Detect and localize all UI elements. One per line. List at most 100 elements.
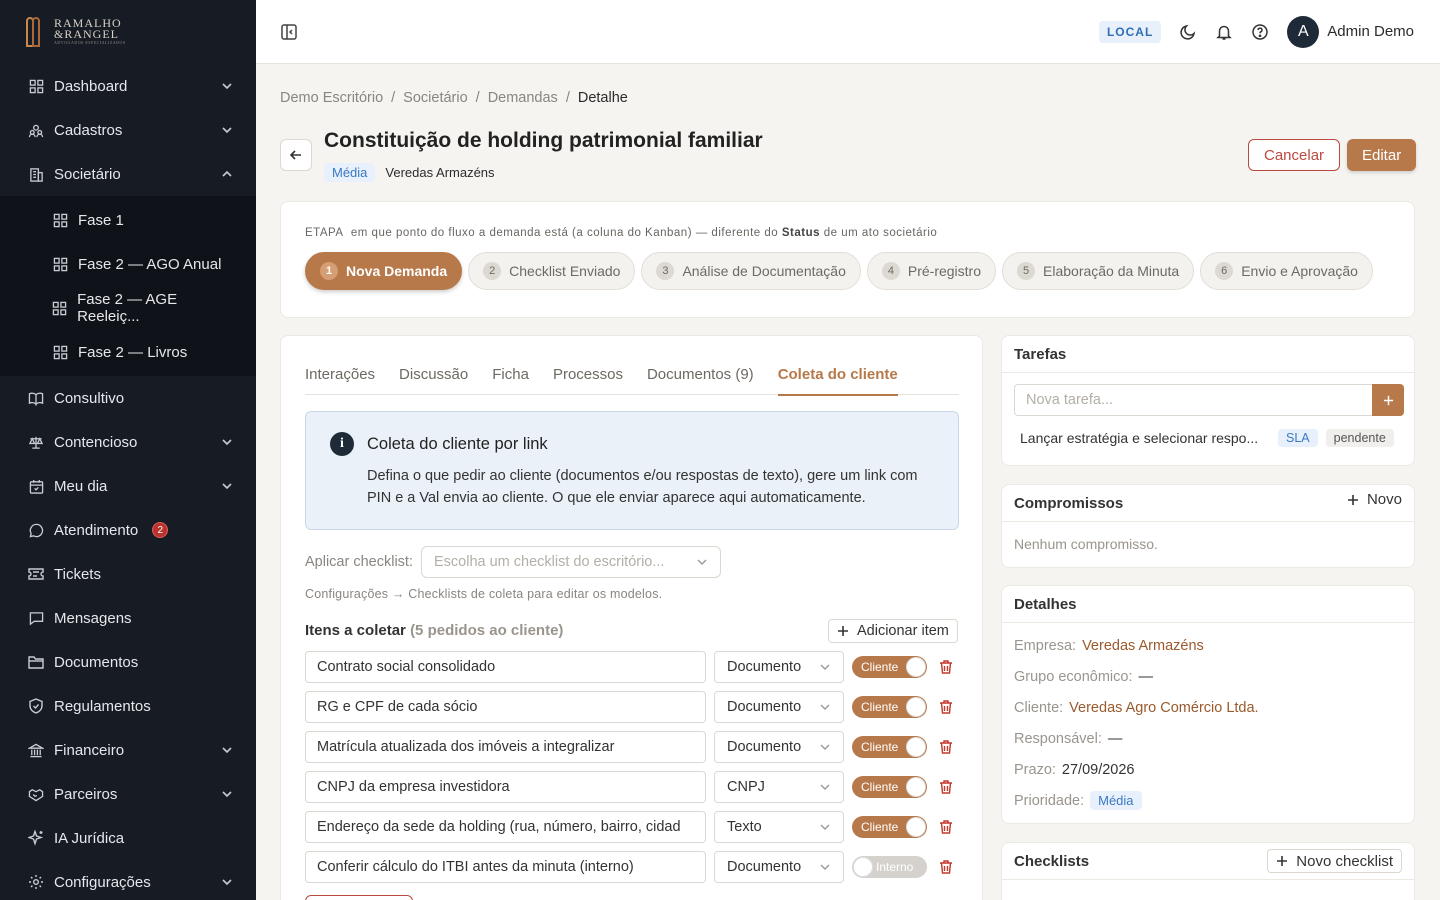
collect-item-scope-toggle[interactable]: Cliente xyxy=(852,736,927,758)
detail-prioridade: Prioridade: Média xyxy=(1014,791,1142,810)
collect-item-scope-toggle[interactable]: Cliente xyxy=(852,816,927,838)
sidebar-item-meu-dia[interactable]: Meu dia xyxy=(0,464,256,508)
breadcrumb-current: Detalhe xyxy=(577,90,628,106)
sidebar-item-mensagens[interactable]: Mensagens xyxy=(0,596,256,640)
brand-logo[interactable]: RAMALHO &RANGEL ADVOGADOS ESPECIALIZADOS xyxy=(0,0,256,64)
main-content: Demo Escritório / Societário / Demandas / D… xyxy=(256,64,1440,900)
collect-item-input[interactable]: Conferir cálculo do ITBI antes da minuta… xyxy=(305,851,706,883)
moon-icon[interactable] xyxy=(1179,23,1197,41)
collect-item-type-select[interactable]: Texto xyxy=(714,811,844,843)
stage-step-pre-registro[interactable]: 4 Pré-registro xyxy=(866,252,997,290)
collect-item-type-select[interactable]: CNPJ xyxy=(714,771,844,803)
add-item-button[interactable]: Adicionar item xyxy=(828,619,958,643)
chevron-down-icon xyxy=(222,439,232,446)
sidebar-item-contencioso[interactable]: Contencioso xyxy=(0,420,256,464)
sla-badge: SLA xyxy=(1278,429,1318,447)
notification-count-badge: 2 xyxy=(152,522,169,538)
trash-icon[interactable] xyxy=(939,819,953,835)
sidebar-item-cadastros[interactable]: Cadastros xyxy=(0,108,256,152)
back-button[interactable] xyxy=(280,139,312,171)
cancel-button[interactable]: Cancelar xyxy=(1248,139,1341,171)
sidebar-item-label: Financeiro xyxy=(54,741,125,759)
new-appointment-button[interactable]: Novo xyxy=(1347,491,1402,508)
sidebar-toggle-icon[interactable] xyxy=(280,23,298,41)
bell-icon[interactable] xyxy=(1215,23,1233,41)
sidebar-item-documentos[interactable]: Documentos xyxy=(0,640,256,684)
collect-item-input[interactable]: Endereço da sede da holding (rua, número… xyxy=(305,811,706,843)
appointments-panel: Compromissos Novo Nenhum compromisso. xyxy=(1001,484,1415,568)
apply-checklist-hint: Configurações → Checklists de coleta par… xyxy=(305,587,663,601)
sidebar-submenu-societario: Fase 1 Fase 2 — AGO Anual Fase 2 — AGE R… xyxy=(0,196,256,376)
detail-grupo: Grupo econômico: — xyxy=(1014,669,1153,685)
sidebar-item-societario[interactable]: Societário xyxy=(0,152,256,196)
new-checklist-button[interactable]: Novo checklist xyxy=(1267,849,1402,873)
sidebar-item-parceiros[interactable]: Parceiros xyxy=(0,772,256,816)
collect-item-scope-toggle[interactable]: Cliente xyxy=(852,776,927,798)
trash-icon[interactable] xyxy=(939,859,953,875)
sidebar-item-financeiro[interactable]: Financeiro xyxy=(0,728,256,772)
task-label: Lançar estratégia e selecionar respo... xyxy=(1020,430,1259,446)
tab-interacoes[interactable]: Interações xyxy=(305,366,375,395)
sidebar-subitem-fase-2-livros[interactable]: Fase 2 — Livros xyxy=(0,330,256,374)
sidebar-item-atendimento[interactable]: Atendimento 2 xyxy=(0,508,256,552)
page-title: Constituição de holding patrimonial fami… xyxy=(324,129,763,152)
collect-item-input[interactable]: CNPJ da empresa investidora xyxy=(305,771,706,803)
breadcrumb-item[interactable]: Demandas xyxy=(488,90,558,106)
sidebar-subitem-fase-1[interactable]: Fase 1 xyxy=(0,198,256,242)
collect-item-type-select[interactable]: Documento xyxy=(714,691,844,723)
task-item[interactable]: Lançar estratégia e selecionar respo... … xyxy=(1020,429,1394,447)
collect-item-type-select[interactable]: Documento xyxy=(714,851,844,883)
scale-icon xyxy=(28,434,44,450)
grid-icon xyxy=(52,256,68,272)
collect-item-scope-toggle[interactable]: Cliente xyxy=(852,696,927,718)
details-panel: Detalhes Empresa: Veredas Armazéns Grupo … xyxy=(1001,585,1415,824)
tab-discussao[interactable]: Discussão xyxy=(399,366,468,395)
add-task-button[interactable] xyxy=(1372,384,1404,416)
chevron-up-icon xyxy=(222,170,232,177)
brand-name-2: &RANGEL xyxy=(54,27,119,41)
help-icon[interactable] xyxy=(1251,23,1269,41)
sidebar-item-ia-juridica[interactable]: IA Jurídica xyxy=(0,816,256,860)
tab-processos[interactable]: Processos xyxy=(553,366,623,395)
stage-step-envio-aprovacao[interactable]: 6 Envio e Aprovação xyxy=(1200,252,1373,290)
stage-step-nova-demanda[interactable]: 1 Nova Demanda xyxy=(305,252,463,290)
breadcrumb-item[interactable]: Societário xyxy=(403,90,467,106)
sidebar-item-configuracoes[interactable]: Configurações xyxy=(0,860,256,900)
user-name: Admin Demo xyxy=(1327,23,1414,40)
trash-icon[interactable] xyxy=(939,659,953,675)
new-task-input[interactable]: Nova tarefa... xyxy=(1014,384,1372,416)
stage-step-analise-documentacao[interactable]: 3 Análise de Documentação xyxy=(641,252,861,290)
sidebar-subitem-fase-2-age[interactable]: Fase 2 — AGE Reeleiç... xyxy=(0,286,256,330)
collect-item-scope-toggle[interactable]: Interno xyxy=(852,856,927,878)
tab-bar: Interações Discussão Ficha Processos Doc… xyxy=(305,366,959,396)
stage-step-checklist-enviado[interactable]: 2 Checklist Enviado xyxy=(468,252,636,290)
tab-ficha[interactable]: Ficha xyxy=(492,366,529,395)
trash-icon[interactable] xyxy=(939,739,953,755)
apply-checklist-select[interactable]: Escolha um checklist do escritório... xyxy=(420,546,721,578)
tab-coleta-cliente[interactable]: Coleta do cliente xyxy=(777,366,898,396)
tab-documentos[interactable]: Documentos (9) xyxy=(647,366,754,395)
trash-icon[interactable] xyxy=(939,779,953,795)
collect-item-input[interactable]: Matrícula atualizada dos imóveis a integ… xyxy=(305,731,706,763)
collect-item-input[interactable]: Contrato social consolidado xyxy=(305,651,706,683)
collect-item-type-select[interactable]: Documento xyxy=(714,651,844,683)
collect-item-type-select[interactable]: Documento xyxy=(714,731,844,763)
sidebar-item-dashboard[interactable]: Dashboard xyxy=(0,64,256,108)
sidebar-item-consultivo[interactable]: Consultivo xyxy=(0,376,256,420)
sidebar-subitem-fase-2-ago[interactable]: Fase 2 — AGO Anual xyxy=(0,242,256,286)
demand-content-panel: Interações Discussão Ficha Processos Doc… xyxy=(280,335,983,900)
collect-item-row: Contrato social consolidado Documento Cl… xyxy=(305,651,959,683)
sidebar-item-regulamentos[interactable]: Regulamentos xyxy=(0,684,256,728)
user-menu[interactable]: A Admin Demo xyxy=(1287,15,1414,48)
grid-icon xyxy=(28,78,44,94)
sidebar-item-label: Meu dia xyxy=(54,477,108,495)
sidebar-item-tickets[interactable]: Tickets xyxy=(0,552,256,596)
trash-icon[interactable] xyxy=(939,699,953,715)
generate-link-button[interactable] xyxy=(305,895,413,900)
stage-step-elaboracao-minuta[interactable]: 5 Elaboração da Minuta xyxy=(1002,252,1195,290)
collect-item-scope-toggle[interactable]: Cliente xyxy=(852,656,927,678)
collect-item-input[interactable]: RG e CPF de cada sócio xyxy=(305,691,706,723)
edit-button[interactable]: Editar xyxy=(1347,139,1417,171)
chevron-down-icon xyxy=(820,784,830,790)
breadcrumb-item[interactable]: Demo Escritório xyxy=(280,90,383,106)
